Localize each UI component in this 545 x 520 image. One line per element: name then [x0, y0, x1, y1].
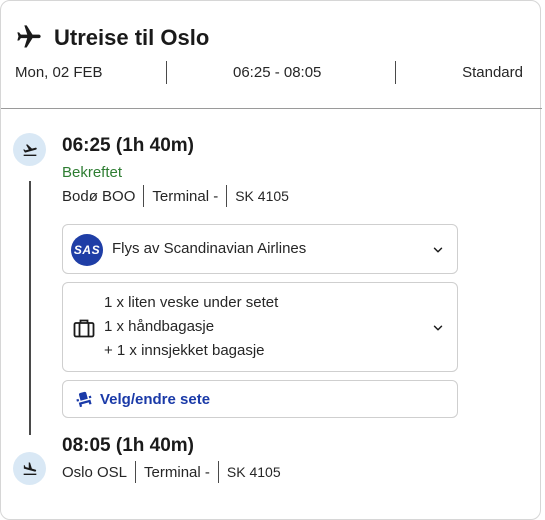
chevron-down-icon[interactable]: [431, 321, 445, 335]
arrival-time: 08:05 (1h 40m): [62, 435, 195, 456]
flight-card: Utreise til Oslo Mon, 02 FEB 06:25 - 08:…: [0, 0, 542, 520]
flight-time-range: 06:25 - 08:05: [233, 64, 322, 81]
departure-time: 06:25 (1h 40m): [62, 135, 195, 156]
divider: [395, 61, 396, 84]
baggage-line: + 1 x innsjekket bagasje: [104, 342, 265, 359]
page-title: Utreise til Oslo: [54, 25, 210, 50]
arrival-details: Oslo OSL Terminal - SK 4105: [62, 460, 281, 484]
select-seat-label: Velg/endre sete: [100, 391, 211, 408]
baggage-line: 1 x liten veske under setet: [104, 294, 279, 311]
timeline-line: [29, 181, 31, 435]
flight-summary-row: Mon, 02 FEB 06:25 - 08:05 Standard: [1, 61, 542, 85]
landing-icon: [13, 452, 46, 485]
departure-terminal: Terminal -: [152, 187, 219, 205]
takeoff-icon: [13, 133, 46, 166]
select-seat-button[interactable]: Velg/endre sete: [62, 380, 458, 418]
sas-logo: SAS: [71, 234, 103, 266]
baggage-dropdown[interactable]: 1 x liten veske under setet 1 x håndbaga…: [62, 282, 458, 372]
luggage-icon: [73, 319, 95, 338]
divider: [143, 185, 145, 207]
airline-dropdown[interactable]: SAS Flys av Scandinavian Airlines: [62, 224, 458, 274]
divider: [166, 61, 167, 84]
departure-airport: Bodø BOO: [62, 187, 136, 205]
seat-icon: [76, 391, 92, 408]
arrival-terminal: Terminal -: [144, 463, 210, 481]
divider: [135, 461, 137, 483]
flight-number: SK 4105: [226, 464, 281, 480]
divider: [226, 185, 228, 207]
flight-number: SK 4105: [235, 188, 289, 204]
booking-status: Bekreftet: [62, 164, 123, 181]
departure-details: Bodø BOO Terminal - SK 4105: [62, 184, 289, 208]
airplane-icon: [17, 25, 41, 48]
fare-class: Standard: [462, 64, 523, 81]
baggage-line: 1 x håndbagasje: [104, 318, 215, 335]
arrival-airport: Oslo OSL: [62, 463, 128, 481]
chevron-down-icon[interactable]: [431, 243, 445, 257]
flight-date: Mon, 02 FEB: [15, 64, 103, 81]
operating-airline: Flys av Scandinavian Airlines: [112, 240, 307, 257]
flight-header: Utreise til Oslo Mon, 02 FEB 06:25 - 08:…: [1, 1, 542, 109]
divider: [217, 461, 219, 483]
